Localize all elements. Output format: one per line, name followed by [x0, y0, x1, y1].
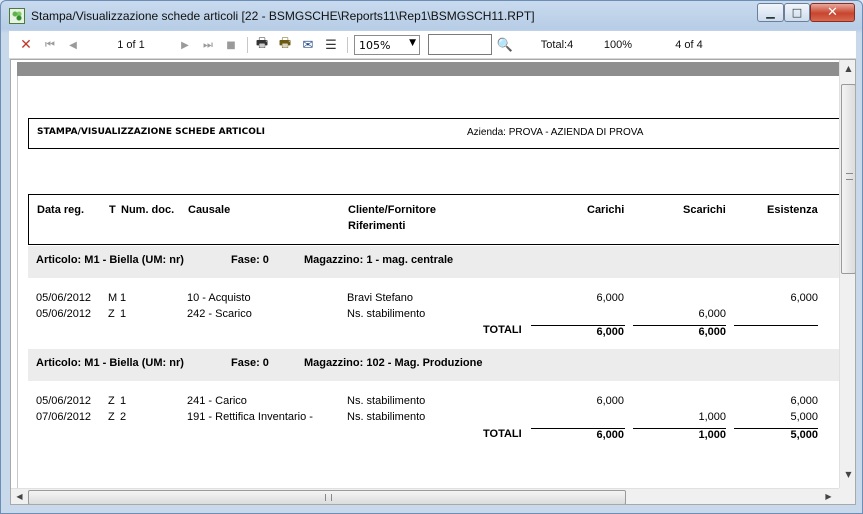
col-causale: Causale [188, 204, 231, 216]
row-t: Z [108, 395, 115, 407]
col-cliente-fornitore: Cliente/Fornitore [348, 204, 437, 216]
report-title: STAMPA/VISUALIZZAZIONE SCHEDE ARTICOLI [37, 127, 265, 137]
toolbar-separator [347, 37, 348, 53]
vertical-scroll-thumb[interactable] [841, 84, 855, 274]
report-toolbar: ✕ ⏮ ◀ 1 of 1 ▶ ⏭ ■ 🖶 🖶 ✉ ☰ 105% ▼ 🔍 Tota… [9, 31, 856, 59]
row-scarichi: 6,000 [698, 308, 726, 320]
row-data: 05/06/2012 [36, 395, 92, 407]
row-t: Z [108, 308, 115, 320]
col-scarichi: Scarichi [683, 204, 726, 216]
close-report-icon[interactable]: ✕ [17, 31, 35, 59]
row-esistenza: 5,000 [790, 411, 818, 423]
grip-icon [325, 494, 332, 501]
zoom-select[interactable]: 105% ▼ [354, 35, 420, 55]
row-num: 1 [120, 395, 127, 407]
row-esistenza: 6,000 [790, 395, 818, 407]
row-scarichi: 1,000 [698, 411, 726, 423]
scrollbar-corner [839, 488, 855, 504]
previous-page-icon[interactable]: ◀ [64, 31, 82, 59]
minimize-button[interactable]: ▁ [757, 3, 784, 22]
group-magazzino: Magazzino: 1 - mag. centrale [304, 254, 454, 266]
total-records: Total:4 [540, 39, 574, 51]
row-causale: 242 - Scarico [187, 308, 252, 320]
grip-icon [846, 173, 853, 180]
col-data-reg: Data reg. [37, 204, 85, 216]
group-articolo: Articolo: M1 - Biella (UM: nr) [36, 357, 184, 369]
group-fase: Fase: 0 [231, 357, 269, 369]
row-esistenza: 6,000 [790, 292, 818, 304]
col-esistenza: Esistenza [767, 204, 818, 216]
horizontal-scrollbar[interactable]: ◀ ▶ [11, 488, 839, 504]
chevron-down-icon: ▼ [409, 38, 416, 48]
last-page-icon[interactable]: ⏭ [199, 31, 217, 59]
row-data: 05/06/2012 [36, 292, 92, 304]
report-page: STAMPA/VISUALIZZAZIONE SCHEDE ARTICOLI A… [17, 76, 839, 488]
record-count: 4 of 4 [675, 39, 703, 51]
totali-label: TOTALI [483, 428, 522, 440]
page-header-band [17, 62, 839, 76]
row-cliente: Ns. stabilimento [347, 395, 426, 407]
title-bar[interactable]: Stampa/Visualizzazione schede articoli [… [1, 1, 862, 31]
vertical-scrollbar[interactable]: ▲ ▼ [839, 60, 855, 488]
company-label: Azienda: PROVA - AZIENDA DI PROVA [467, 127, 644, 138]
row-cliente: Ns. stabilimento [347, 411, 426, 423]
search-input[interactable] [428, 34, 492, 55]
row-num: 1 [120, 292, 127, 304]
maximize-button[interactable]: □ [784, 3, 810, 22]
group-tree-icon[interactable]: ☰ [321, 31, 341, 59]
row-causale: 241 - Carico [187, 395, 247, 407]
row-carichi: 6,000 [596, 292, 624, 304]
group-magazzino: Magazzino: 102 - Mag. Produzione [304, 357, 483, 369]
row-num: 2 [120, 411, 127, 423]
group-fase: Fase: 0 [231, 254, 269, 266]
horizontal-scroll-thumb[interactable] [28, 490, 626, 504]
close-window-button[interactable]: ✕ [810, 3, 855, 22]
col-t: T [109, 204, 116, 216]
window-title: Stampa/Visualizzazione schede articoli [… [31, 9, 535, 23]
report-preview[interactable]: STAMPA/VISUALIZZAZIONE SCHEDE ARTICOLI A… [10, 59, 856, 505]
scroll-left-icon[interactable]: ◀ [11, 492, 28, 501]
totali-carichi: 6,000 [596, 326, 624, 338]
row-causale: 191 - Rettifica Inventario - [187, 411, 313, 423]
totali-esistenza: 5,000 [790, 429, 818, 441]
scroll-right-icon[interactable]: ▶ [820, 492, 837, 501]
col-riferimenti: Riferimenti [348, 220, 406, 232]
group-header: Articolo: M1 - Biella (UM: nr) Fase: 0 M… [28, 349, 839, 381]
row-cliente: Bravi Stefano [347, 292, 414, 304]
print-icon[interactable]: 🖶 [252, 31, 272, 59]
first-page-icon[interactable]: ⏮ [41, 31, 59, 59]
totali-label: TOTALI [483, 324, 522, 336]
totali-scarichi: 1,000 [698, 429, 726, 441]
row-t: Z [108, 411, 115, 423]
totali-carichi: 6,000 [596, 429, 624, 441]
binoculars-icon[interactable]: 🔍 [495, 31, 515, 59]
row-num: 1 [120, 308, 127, 320]
group-articolo: Articolo: M1 - Biella (UM: nr) [36, 254, 184, 266]
print-setup-icon[interactable]: 🖶 [275, 31, 295, 59]
total-underline [734, 325, 818, 326]
next-page-icon[interactable]: ▶ [176, 31, 194, 59]
row-data: 07/06/2012 [36, 411, 92, 423]
scroll-up-icon[interactable]: ▲ [840, 64, 855, 73]
col-carichi: Carichi [587, 204, 625, 216]
column-header-box: Data reg. T Num. doc. Causale Cliente/Fo… [28, 194, 839, 245]
scroll-down-icon[interactable]: ▼ [840, 470, 855, 479]
stop-icon[interactable]: ■ [222, 31, 240, 59]
row-cliente: Ns. stabilimento [347, 308, 426, 320]
application-window: Stampa/Visualizzazione schede articoli [… [0, 0, 863, 514]
percent-read: 100% [603, 39, 633, 51]
totali-scarichi: 6,000 [698, 326, 726, 338]
report-app-icon [9, 8, 25, 24]
group-header: Articolo: M1 - Biella (UM: nr) Fase: 0 M… [28, 246, 839, 278]
col-num-doc: Num. doc. [121, 204, 175, 216]
row-causale: 10 - Acquisto [187, 292, 251, 304]
row-data: 05/06/2012 [36, 308, 92, 320]
zoom-value: 105% [359, 38, 391, 52]
report-header-box: STAMPA/VISUALIZZAZIONE SCHEDE ARTICOLI A… [28, 118, 839, 149]
row-carichi: 6,000 [596, 395, 624, 407]
export-icon[interactable]: ✉ [298, 31, 318, 59]
toolbar-separator [247, 37, 248, 53]
page-indicator: 1 of 1 [117, 39, 145, 51]
row-t: M [108, 292, 118, 304]
